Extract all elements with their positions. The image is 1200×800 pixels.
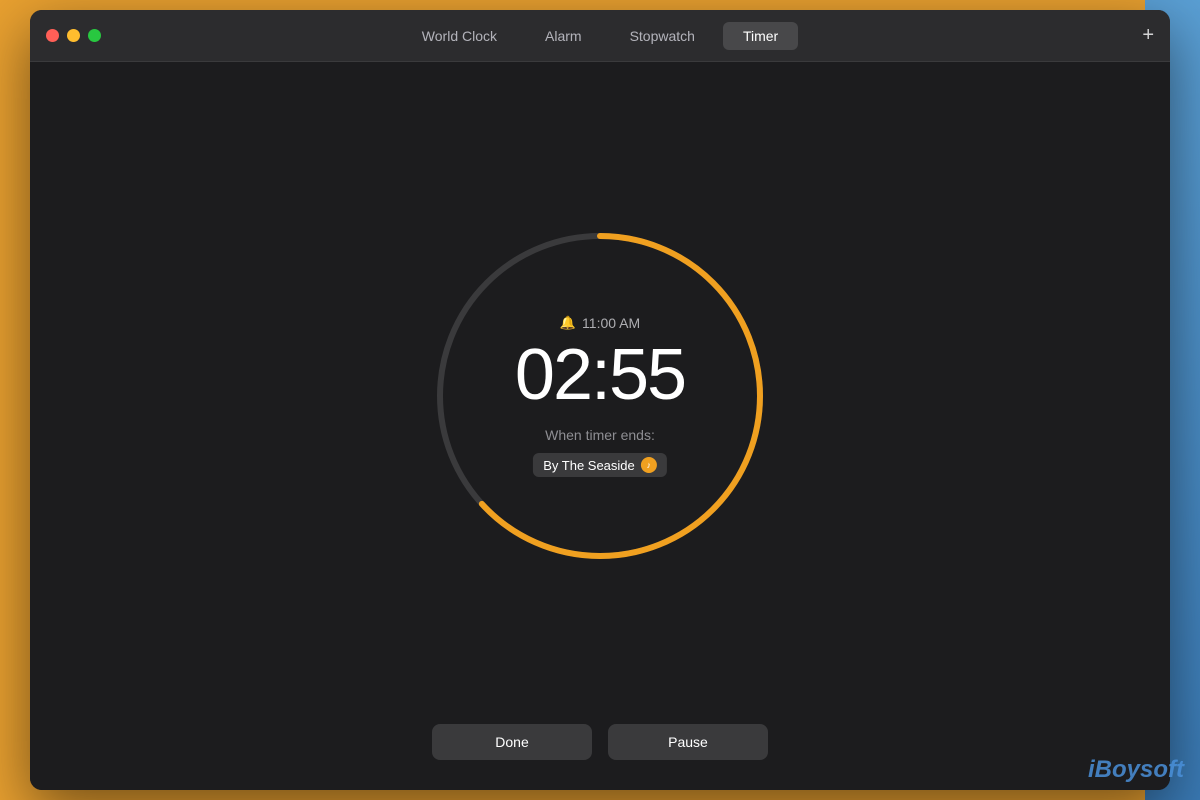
tab-bar: World Clock Alarm Stopwatch Timer xyxy=(30,22,1170,50)
minimize-button[interactable] xyxy=(67,29,80,42)
iboysoft-watermark: iBoysoft xyxy=(1088,756,1184,784)
sound-icon: ♪ xyxy=(641,457,657,473)
circle-inner-content: 🔔 11:00 AM 02:55 When timer ends: By The… xyxy=(515,315,685,477)
bottom-buttons: Done Pause xyxy=(432,724,768,760)
tab-world-clock[interactable]: World Clock xyxy=(402,22,517,50)
timer-container: 🔔 11:00 AM 02:55 When timer ends: By The… xyxy=(430,226,770,566)
timer-circle: 🔔 11:00 AM 02:55 When timer ends: By The… xyxy=(430,226,770,566)
tab-alarm[interactable]: Alarm xyxy=(525,22,602,50)
main-content: 🔔 11:00 AM 02:55 When timer ends: By The… xyxy=(30,62,1170,790)
sound-badge[interactable]: By The Seaside ♪ xyxy=(533,453,667,477)
bell-icon: 🔔 xyxy=(560,315,576,331)
when-ends-label: When timer ends: xyxy=(545,427,655,443)
sound-name-label: By The Seaside xyxy=(543,458,635,473)
tab-stopwatch[interactable]: Stopwatch xyxy=(610,22,715,50)
app-window: World Clock Alarm Stopwatch Timer + 🔔 11… xyxy=(30,10,1170,790)
add-button[interactable]: + xyxy=(1142,24,1154,47)
title-bar: World Clock Alarm Stopwatch Timer + xyxy=(30,10,1170,62)
alarm-time-label: 11:00 AM xyxy=(582,315,640,331)
alarm-time-row: 🔔 11:00 AM xyxy=(560,315,640,331)
traffic-lights xyxy=(30,29,101,42)
tab-timer[interactable]: Timer xyxy=(723,22,798,50)
timer-display: 02:55 xyxy=(515,339,685,411)
done-button[interactable]: Done xyxy=(432,724,592,760)
maximize-button[interactable] xyxy=(88,29,101,42)
pause-button[interactable]: Pause xyxy=(608,724,768,760)
close-button[interactable] xyxy=(46,29,59,42)
